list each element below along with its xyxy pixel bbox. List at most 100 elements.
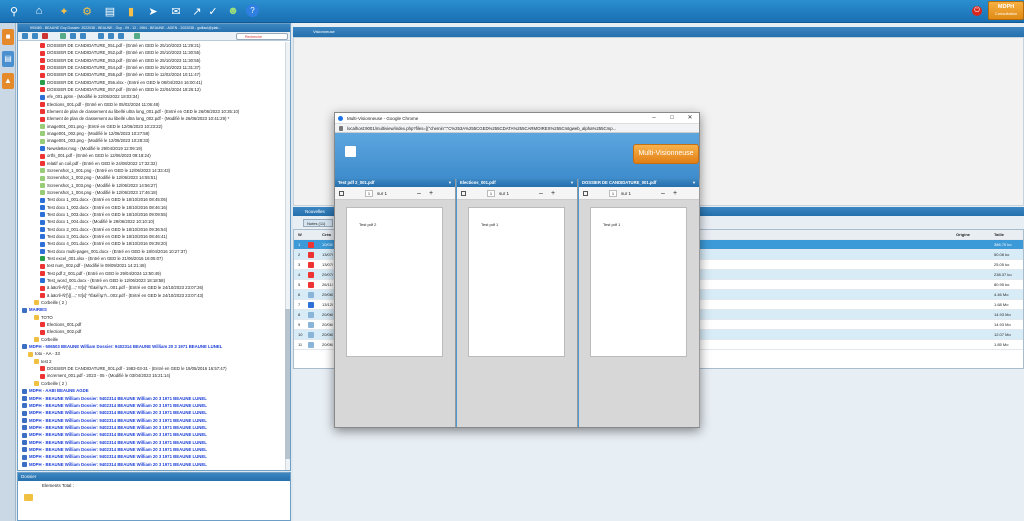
tree-file-node[interactable]: ä àäü'ê-Ñ'[\[{...;' !t![x]' ^Ë&èî!µ?\...… <box>18 292 286 299</box>
tree-folder-node[interactable]: toto - AA - 33 <box>18 350 286 357</box>
tree-group-node[interactable]: MDPH - AABI BEAUNE AGDE <box>18 387 286 394</box>
zoom-in-icon[interactable]: + <box>551 187 555 200</box>
pane-close-icon[interactable]: ▼ <box>448 179 452 187</box>
pdf-page[interactable]: Test pdf 2 <box>346 207 443 357</box>
multi-visionneuse-button[interactable]: Multi-Visionneuse <box>633 144 699 164</box>
tree-file-node[interactable]: Test docx multi-pages_001.docx - (Entré … <box>18 248 286 255</box>
tree-file-node[interactable]: image001_003.png - (Modifié le 12/06/202… <box>18 137 286 144</box>
tree-file-node[interactable]: DOSSIER DE CANDIDATURE_054.pdf - (Entré … <box>18 64 286 71</box>
document-icon[interactable]: ▤ <box>102 3 118 19</box>
close-icon[interactable]: ✕ <box>681 113 699 124</box>
refresh-icon[interactable] <box>134 33 140 39</box>
tree-folder-node[interactable]: TOTO <box>18 314 286 321</box>
tree-file-node[interactable]: image001_001.png - (Entré en GED le 12/0… <box>18 123 286 130</box>
tree-group-node[interactable]: MAIRIES <box>18 306 286 313</box>
tree-group-node[interactable]: MDPH - BEAUNE William Dossier: 9402314 B… <box>18 402 286 409</box>
folder-tab-icon[interactable]: ■ <box>2 29 14 45</box>
address-bar[interactable]: localhost:9001/multiview/index.php?files… <box>335 124 699 133</box>
archive-tab-icon[interactable]: ▲ <box>2 73 14 89</box>
tree-file-node[interactable]: DOSSIER DE CANDIDATURE_056.xlsx - (Entré… <box>18 79 286 86</box>
help-icon[interactable]: ? <box>246 4 259 17</box>
tree-file-node[interactable]: DOSSIER DE CANDIDATURE_057.pdf - (Entré … <box>18 86 286 93</box>
zoom-in-icon[interactable]: + <box>673 187 677 200</box>
folder-check-icon[interactable]: ✓ <box>205 3 221 19</box>
tree-file-node[interactable]: ä àäü'ê-Ñ'[\[{...;' !t![x]' ^Ë&èî!µ?\...… <box>18 284 286 291</box>
zoom-out-icon[interactable]: – <box>539 187 543 200</box>
tree-folder-node[interactable]: Corbeille ( 2 ) <box>18 299 286 306</box>
documents-tab-icon[interactable]: ▤ <box>2 51 14 67</box>
tree-scrollbar-thumb[interactable] <box>285 309 290 459</box>
expand-icon[interactable] <box>22 33 28 39</box>
sidebar-toggle-icon[interactable] <box>461 191 466 196</box>
pdf-page[interactable]: Test pdf 1 <box>468 207 565 357</box>
tree-file-node[interactable]: DOSSIER DE CANDIDATURE_053.pdf - (Entré … <box>18 57 286 64</box>
pane-close-icon[interactable]: ▼ <box>570 179 574 187</box>
tree-file-node[interactable]: Test docx 2_001.docx - (Entré en GED le … <box>18 226 286 233</box>
tree-file-node[interactable]: efe_001.pptm - (Modifié le 22/05/2022 18… <box>18 93 286 100</box>
zoom-icon[interactable] <box>98 33 104 39</box>
tree-file-node[interactable]: ortfs_001.pdf - (Entré en GED le 12/06/2… <box>18 152 286 159</box>
zoom-out-icon[interactable]: – <box>417 187 421 200</box>
puzzle-icon[interactable]: ✦ <box>56 3 72 19</box>
zoom-in-icon[interactable]: + <box>429 187 433 200</box>
tree-file-node[interactable]: Screenshot_1_001.png - (Entré en GED le … <box>18 167 286 174</box>
sidebar-toggle-icon[interactable] <box>339 191 344 196</box>
tree-file-node[interactable]: Test docx 1_003.docx - (Entré en GED le … <box>18 211 286 218</box>
copy-icon[interactable] <box>80 33 86 39</box>
power-icon[interactable]: ⏻ <box>972 6 982 16</box>
tree-group-node[interactable]: MDPH - BEAUNE William Dossier: 9402314 B… <box>18 409 286 416</box>
tree-file-node[interactable]: Screenshot_1_004.png - (Modifié le 12/06… <box>18 189 286 196</box>
tree-file-node[interactable]: Test docx 1_004.docx - (Modifié le 29/06… <box>18 218 286 225</box>
mdph-consultation-button[interactable]: MDPH Consultation <box>988 1 1024 20</box>
tree-file-node[interactable]: DOSSIER DE CANDIDATURE_051.pdf - (Entré … <box>18 42 286 49</box>
col-origine[interactable]: Origine <box>956 230 970 240</box>
tree-group-node[interactable]: MDPH - BEAUNE William Dossier: 9402314 B… <box>18 461 286 468</box>
col-taille[interactable]: Taille <box>994 230 1004 240</box>
tree-group-node[interactable]: MDPH - BEAUNE William Dossier: 9402314 B… <box>18 439 286 446</box>
maximize-icon[interactable]: □ <box>663 113 681 124</box>
tree-search-input[interactable]: Recherche <box>236 33 288 40</box>
col-w[interactable]: W <box>298 230 302 240</box>
tree-folder-node[interactable]: Corbeille <box>18 336 286 343</box>
minimize-icon[interactable]: – <box>645 113 663 124</box>
tree-file-node[interactable]: Screenshot_1_002.png - (Modifié le 12/06… <box>18 174 286 181</box>
tree-file-node[interactable]: Elections_001.pdf - (Entré en GED le 05/… <box>18 101 286 108</box>
tree-file-node[interactable]: Element de plan de classement au libellé… <box>18 108 286 115</box>
tree-file-node[interactable]: Test excel_001.xlsx - (Entré en GED le 2… <box>18 255 286 262</box>
user-icon[interactable]: ☻ <box>225 3 241 19</box>
zoom-out-icon[interactable]: – <box>661 187 665 200</box>
tree-group-node[interactable]: MDPH - BEAUNE William Dossier: 9402314 B… <box>18 417 286 424</box>
send-icon[interactable]: ➤ <box>145 3 161 19</box>
tree-file-node[interactable]: Elections_001.pdf <box>18 321 286 328</box>
home-icon[interactable]: ⌂ <box>31 3 47 19</box>
col-crea[interactable]: Créa <box>322 230 331 240</box>
tree-group-node[interactable]: MDPH - BEAUNE William Dossier: 9402314 B… <box>18 424 286 431</box>
move-icon[interactable] <box>70 33 76 39</box>
tree-group-node[interactable]: MDPH - 506503 BEAUNE William Dossier: 94… <box>18 343 286 350</box>
page-number-input[interactable]: 1 <box>487 190 495 197</box>
tree-group-node[interactable]: MDPH - BEAUNE William Dossier: 9402314 B… <box>18 453 286 460</box>
tree-file-node[interactable]: Test docx 4_001.docx - (Entré en GED le … <box>18 240 286 247</box>
tab-notes[interactable]: Notes (11) <box>303 219 333 227</box>
folder-icon[interactable] <box>24 494 33 501</box>
tree-file-node[interactable]: Test docx 1_001.docx - (Entré en GED le … <box>18 196 286 203</box>
tree-file-node[interactable]: DOSSIER DE CANDIDATURE_001.pdf - 1983-03… <box>18 365 286 372</box>
tree-file-node[interactable]: Test_word_001.docx - (Entré en GED le 12… <box>18 277 286 284</box>
tree-file-node[interactable]: Test docx 1_002.docx - (Entré en GED le … <box>18 204 286 211</box>
tree-file-node[interactable]: Screenshot_1_003.png - (Modifié le 12/06… <box>18 182 286 189</box>
pane-close-icon[interactable]: ▼ <box>692 179 696 187</box>
tree-group-node[interactable]: MDPH - BEAUNE William Dossier: 9402314 B… <box>18 395 286 402</box>
tree-folder-node[interactable]: test 2 <box>18 358 286 365</box>
page-number-input[interactable]: 1 <box>365 190 373 197</box>
sidebar-toggle-icon[interactable] <box>583 191 588 196</box>
view-icon[interactable] <box>108 33 114 39</box>
tree-group-node[interactable]: MDPH - BEAUNE William Dossier: 9402314 B… <box>18 446 286 453</box>
tree-file-node[interactable]: Elections_002.pdf <box>18 328 286 335</box>
print-icon[interactable] <box>60 33 66 39</box>
add-icon[interactable] <box>32 33 38 39</box>
search-icon[interactable]: ⚲ <box>6 3 22 19</box>
tree-file-node[interactable]: DOSSIER DE CANDIDATURE_052.pdf - (Entré … <box>18 49 286 56</box>
tree-file-node[interactable]: increment_001.pdf - 2023 - 05 - (Modifié… <box>18 372 286 379</box>
grid-menu-icon[interactable] <box>345 146 356 157</box>
book-icon[interactable]: ▮ <box>123 3 139 19</box>
